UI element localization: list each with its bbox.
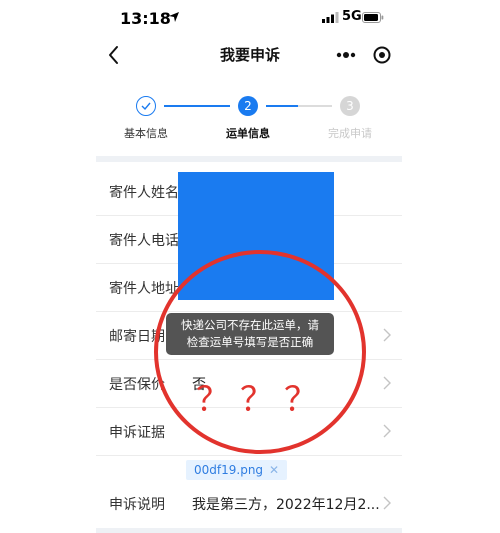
toast-line-1: 快递公司不存在此运单，请 <box>181 318 319 332</box>
battery-icon <box>362 12 384 23</box>
step-3-number: 3 <box>340 96 360 116</box>
chevron-right-icon <box>383 328 391 342</box>
status-time: 13:18 <box>120 9 171 28</box>
step-connector-1 <box>164 105 230 107</box>
step-2-number: 2 <box>238 96 258 116</box>
sender-phone-label: 寄件人电话 <box>109 233 179 249</box>
nav-bar: 我要申诉 <box>0 38 500 74</box>
error-toast: 快递公司不存在此运单，请 检查运单号填写是否正确 <box>166 313 334 355</box>
row-description[interactable]: 申诉说明 我是第三方，2022年12月2... <box>96 480 402 528</box>
step-2-label: 运单信息 <box>226 127 270 140</box>
mini-program-capsule <box>328 40 398 70</box>
redaction-block <box>178 172 334 300</box>
step-connector-2a <box>266 105 298 107</box>
attachment-filename: 00df19.png <box>194 463 264 477</box>
signal-icon <box>322 12 339 23</box>
attachment-tag[interactable]: 00df19.png ✕ <box>186 460 288 480</box>
step-3-label: 完成申请 <box>328 127 372 140</box>
description-value: 我是第三方，2022年12月2... <box>192 497 380 513</box>
chevron-right-icon <box>383 496 391 510</box>
step-1-label: 基本信息 <box>124 127 168 140</box>
step-1-done <box>136 96 156 116</box>
toast-line-2: 检查运单号填写是否正确 <box>186 335 314 349</box>
chevron-right-icon <box>383 376 391 390</box>
page-title: 我要申诉 <box>219 46 280 64</box>
bottom-divider <box>96 528 402 533</box>
evidence-label: 申诉证据 <box>109 425 165 441</box>
status-bar: 13:18 5G <box>0 0 500 40</box>
remove-attachment-icon[interactable]: ✕ <box>269 463 279 477</box>
mail-date-label: 邮寄日期 <box>109 329 165 345</box>
step-connector-2b <box>298 105 332 107</box>
insured-label: 是否保价 <box>109 377 165 393</box>
section-divider <box>96 156 402 162</box>
sender-address-label: 寄件人地址 <box>109 281 179 297</box>
more-dots-icon[interactable] <box>328 40 364 70</box>
description-label: 申诉说明 <box>109 497 165 513</box>
check-icon <box>141 102 151 111</box>
close-target-icon[interactable] <box>366 40 398 70</box>
chevron-right-icon <box>383 424 391 438</box>
question-marks-annotation: ？？？ <box>196 381 328 419</box>
network-type: 5G <box>342 9 362 24</box>
sender-name-label: 寄件人姓名 <box>109 185 179 201</box>
progress-steps: 2 3 基本信息 运单信息 完成申请 <box>0 88 500 148</box>
location-arrow-icon <box>169 12 179 22</box>
